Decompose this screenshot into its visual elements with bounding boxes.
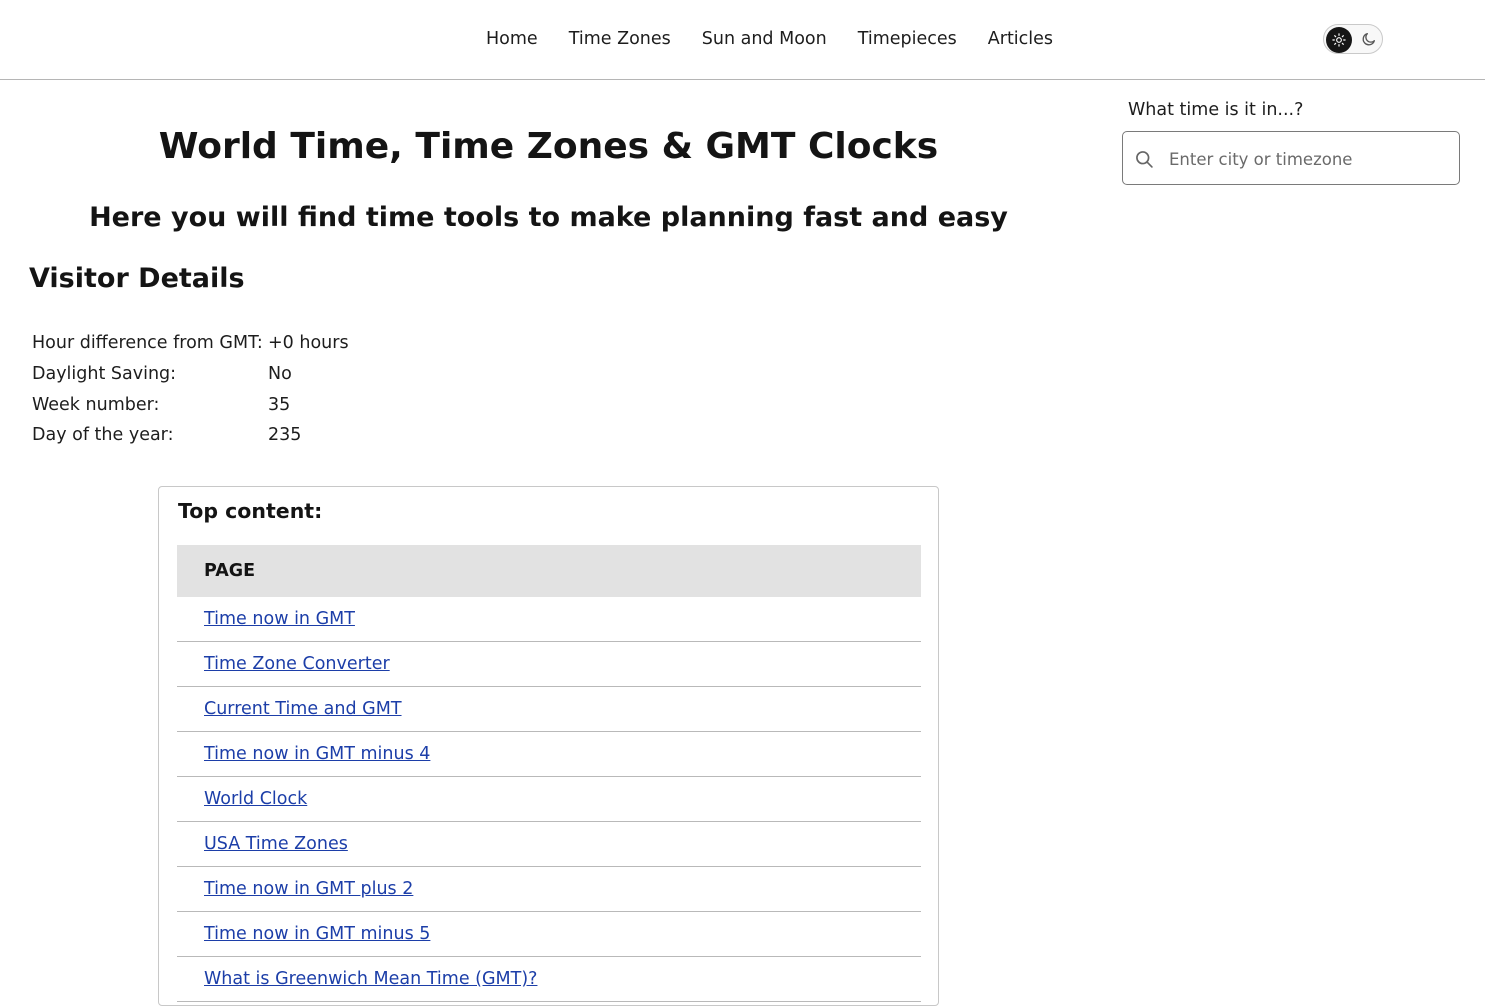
nav-time-zones[interactable]: Time Zones	[559, 26, 681, 52]
detail-row-week-number: Week number: 35	[32, 389, 349, 420]
table-row: What is Greenwich Mean Time (GMT)?	[177, 957, 921, 1002]
table-header-page: PAGE	[177, 545, 921, 597]
detail-value: +0 hours	[268, 333, 349, 354]
nav-home[interactable]: Home	[476, 26, 548, 52]
top-content-table: PAGE Time now in GMT Time Zone Converter…	[177, 545, 921, 1002]
search-label: What time is it in...?	[1128, 100, 1304, 120]
link-world-clock[interactable]: World Clock	[204, 789, 307, 809]
sun-icon	[1332, 33, 1346, 47]
visitor-details-heading: Visitor Details	[29, 263, 245, 294]
detail-label: Day of the year:	[32, 425, 174, 446]
link-time-now-in-gmt[interactable]: Time now in GMT	[204, 609, 355, 629]
link-current-time-and-gmt[interactable]: Current Time and GMT	[204, 699, 402, 719]
detail-row-day-of-year: Day of the year: 235	[32, 420, 349, 451]
nav-timepieces[interactable]: Timepieces	[848, 26, 967, 52]
top-navbar: Home Time Zones Sun and Moon Timepieces …	[0, 0, 1485, 80]
table-row: Time Zone Converter	[177, 642, 921, 687]
theme-toggle-knob	[1326, 27, 1352, 53]
detail-value: No	[268, 364, 292, 385]
link-gmt-minus-4[interactable]: Time now in GMT minus 4	[204, 744, 430, 764]
page-subtitle: Here you will find time tools to make pl…	[89, 202, 1008, 233]
theme-toggle[interactable]	[1323, 24, 1383, 54]
detail-value: 35	[268, 394, 291, 415]
link-gmt-minus-5[interactable]: Time now in GMT minus 5	[204, 924, 430, 944]
link-gmt-plus-2[interactable]: Time now in GMT plus 2	[204, 879, 413, 899]
link-time-zone-converter[interactable]: Time Zone Converter	[204, 654, 390, 674]
table-row: Time now in GMT minus 4	[177, 732, 921, 777]
nav-sun-and-moon[interactable]: Sun and Moon	[692, 26, 837, 52]
table-row: Time now in GMT minus 5	[177, 912, 921, 957]
link-usa-time-zones[interactable]: USA Time Zones	[204, 834, 348, 854]
moon-icon	[1362, 33, 1375, 46]
visitor-details-table: Hour difference from GMT: +0 hours Dayli…	[32, 328, 349, 451]
search-icon	[1136, 151, 1153, 168]
table-row: Current Time and GMT	[177, 687, 921, 732]
table-row: Time now in GMT	[177, 597, 921, 642]
top-content-card: Top content: PAGE Time now in GMT Time Z…	[158, 486, 939, 1006]
table-row: Time now in GMT plus 2	[177, 867, 921, 912]
table-row: USA Time Zones	[177, 822, 921, 867]
top-content-heading: Top content:	[178, 499, 323, 523]
detail-label: Daylight Saving:	[32, 364, 177, 385]
main-nav: Home Time Zones Sun and Moon Timepieces …	[476, 26, 1074, 52]
detail-label: Week number:	[32, 394, 160, 415]
search-input[interactable]	[1167, 144, 1451, 174]
nav-articles[interactable]: Articles	[978, 26, 1063, 52]
detail-value: 235	[268, 425, 302, 446]
search-box[interactable]	[1122, 131, 1460, 185]
page-title: World Time, Time Zones & GMT Clocks	[158, 126, 939, 167]
detail-row-daylight-saving: Daylight Saving: No	[32, 359, 349, 390]
detail-row-gmt-offset: Hour difference from GMT: +0 hours	[32, 328, 349, 359]
table-row: World Clock	[177, 777, 921, 822]
link-what-is-gmt[interactable]: What is Greenwich Mean Time (GMT)?	[204, 969, 537, 989]
detail-label: Hour difference from GMT:	[32, 333, 263, 354]
